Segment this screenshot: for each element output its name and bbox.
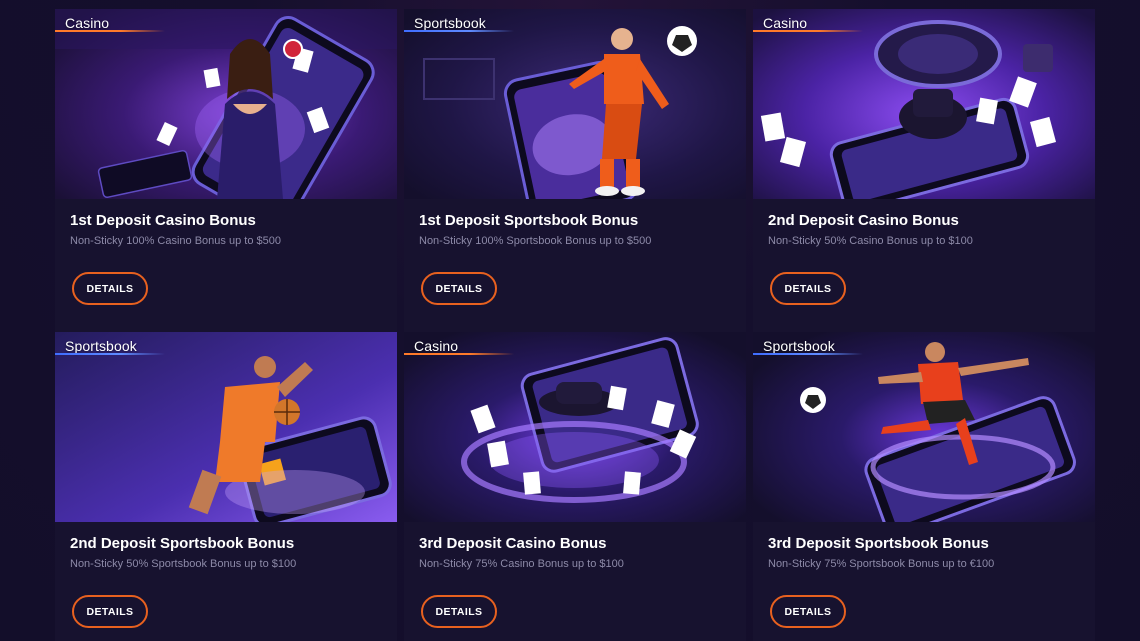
promo-title: 3rd Deposit Casino Bonus [419, 535, 607, 552]
promotions-grid: Casino 1st Deposit Casino Bonus Non-Stic… [55, 9, 1095, 641]
promo-card: Casino 3rd Deposit Casino Bonus Non-Stic… [404, 332, 746, 641]
category-underline [55, 353, 165, 355]
promo-card: Sportsbook 3rd Deposit Sportsbook Bonus … [753, 332, 1095, 641]
promo-art-hat-cards: Casino [404, 332, 746, 522]
promo-card: Sportsbook 2nd Deposit Sportsbook Bonus … [55, 332, 397, 641]
details-button[interactable]: DETAILS [72, 272, 148, 305]
promo-card: Casino 2nd Deposit Casino Bonus Non-Stic… [753, 9, 1095, 332]
promo-description: Non-Sticky 75% Casino Bonus up to $100 [419, 558, 624, 570]
hat-cards-illustration [404, 332, 746, 522]
promo-title: 2nd Deposit Sportsbook Bonus [70, 535, 295, 552]
casino-woman-illustration [55, 9, 397, 199]
promo-description: Non-Sticky 75% Sportsbook Bonus up to €1… [768, 558, 995, 570]
category-underline [55, 30, 165, 32]
details-button[interactable]: DETAILS [770, 595, 846, 628]
promo-card: Sportsbook 1st Deposit Sportsbook Bonus … [404, 9, 746, 332]
category-tag: Casino [763, 15, 808, 31]
promo-art-basketball: Sportsbook [55, 332, 397, 522]
roulette-hat-illustration [753, 9, 1095, 199]
category-underline [753, 353, 863, 355]
details-button[interactable]: DETAILS [770, 272, 846, 305]
category-underline [753, 30, 863, 32]
promo-description: Non-Sticky 100% Casino Bonus up to $500 [70, 235, 281, 247]
promo-description: Non-Sticky 50% Sportsbook Bonus up to $1… [70, 558, 297, 570]
promo-title: 1st Deposit Sportsbook Bonus [419, 212, 639, 229]
promo-art-soccer: Sportsbook [404, 9, 746, 199]
promotions-page: Casino 1st Deposit Casino Bonus Non-Stic… [0, 0, 1140, 641]
details-button[interactable]: DETAILS [421, 272, 497, 305]
category-tag: Casino [65, 15, 110, 31]
promo-art-roulette: Casino [753, 9, 1095, 199]
category-tag: Sportsbook [763, 338, 835, 354]
promo-title: 2nd Deposit Casino Bonus [768, 212, 959, 229]
soccer-player-illustration [404, 9, 746, 199]
details-button[interactable]: DETAILS [72, 595, 148, 628]
promo-description: Non-Sticky 100% Sportsbook Bonus up to $… [419, 235, 652, 247]
promo-art-casino-woman: Casino [55, 9, 397, 199]
details-button[interactable]: DETAILS [421, 595, 497, 628]
category-tag: Casino [414, 338, 459, 354]
category-tag: Sportsbook [65, 338, 137, 354]
category-underline [404, 30, 514, 32]
promo-card: Casino 1st Deposit Casino Bonus Non-Stic… [55, 9, 397, 332]
promo-title: 1st Deposit Casino Bonus [70, 212, 256, 229]
promo-art-soccer-kick: Sportsbook [753, 332, 1095, 522]
promo-title: 3rd Deposit Sportsbook Bonus [768, 535, 989, 552]
soccer-kick-illustration [753, 332, 1095, 522]
category-underline [404, 353, 514, 355]
basketball-player-illustration [55, 332, 397, 522]
category-tag: Sportsbook [414, 15, 486, 31]
promo-description: Non-Sticky 50% Casino Bonus up to $100 [768, 235, 973, 247]
